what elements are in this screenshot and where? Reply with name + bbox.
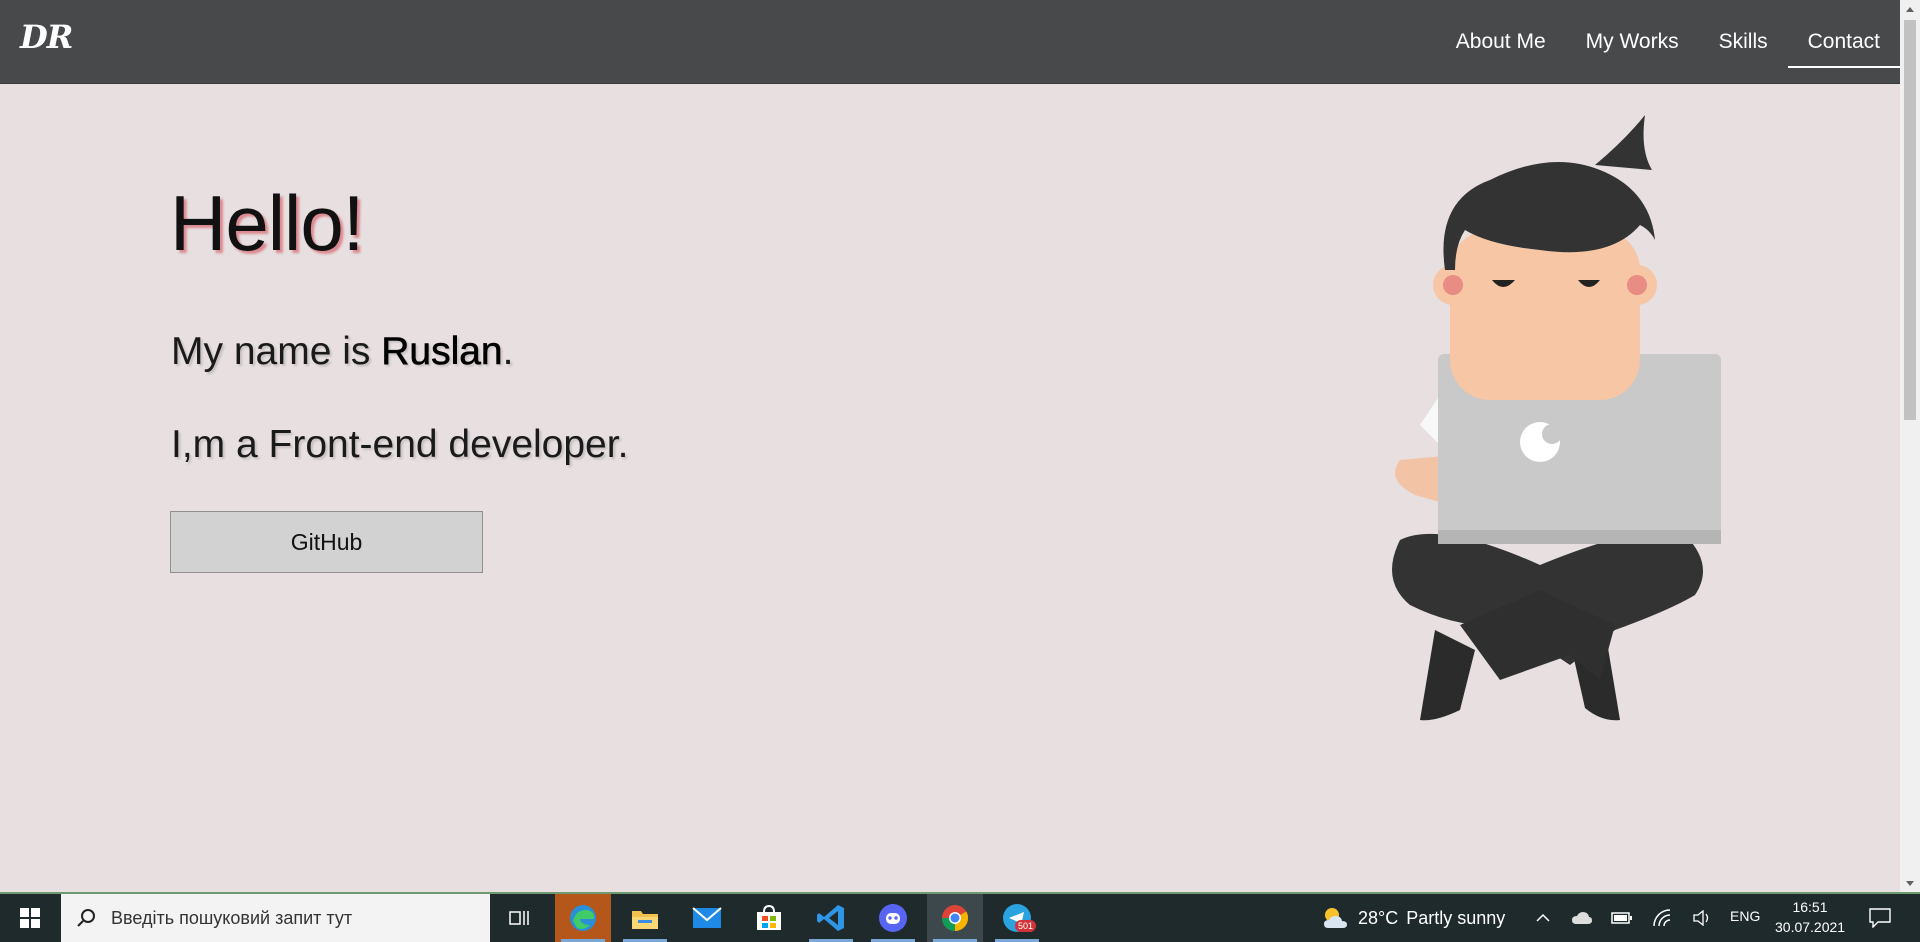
scroll-down-arrow-icon[interactable] [1900,874,1920,892]
main-nav: About Me My Works Skills Contact [1436,0,1901,84]
developer-illustration [1392,115,1721,721]
windows-taskbar: Введіть пошуковий запит тут 501 28°C Par… [0,892,1920,942]
task-view-icon[interactable] [492,894,548,942]
system-clock[interactable]: 16:51 30.07.2021 [1775,897,1845,937]
edge-icon[interactable] [555,894,611,942]
cloud-sync-icon[interactable] [1568,894,1596,942]
taskbar-search-box[interactable]: Введіть пошуковий запит тут [61,894,490,942]
notifications-icon[interactable] [1865,894,1895,942]
search-placeholder: Введіть пошуковий запит тут [111,907,353,928]
mail-icon[interactable] [679,894,735,942]
scroll-thumb[interactable] [1904,20,1916,420]
vscode-icon[interactable] [803,894,859,942]
volume-icon[interactable] [1688,894,1716,942]
hero-title: Hello! [170,179,364,267]
wifi-icon[interactable] [1648,894,1676,942]
search-icon [61,908,111,928]
discord-icon[interactable] [865,894,921,942]
clock-time: 16:51 [1792,899,1828,915]
intro-line: My name is Ruslan. [171,330,513,374]
partly-sunny-icon [1324,908,1347,928]
developer-name: Ruslan [381,330,503,374]
nav-skills[interactable]: Skills [1699,0,1788,84]
nav-contact[interactable]: Contact [1787,0,1901,84]
chevron-up-icon[interactable] [1530,894,1556,942]
page-scrollbar[interactable] [1900,0,1920,892]
telegram-unread-badge: 501 [1015,920,1037,932]
intro-prefix: My name is [171,330,382,373]
site-header: DR About Me My Works Skills Contact [0,0,1901,84]
scroll-up-arrow-icon[interactable] [1900,0,1920,18]
telegram-icon[interactable]: 501 [989,894,1045,942]
battery-icon[interactable] [1608,894,1636,942]
nav-about-me[interactable]: About Me [1436,0,1566,84]
weather-widget[interactable]: 28°C Partly sunny [1322,894,1505,942]
chrome-icon[interactable] [927,894,983,942]
nav-my-works[interactable]: My Works [1566,0,1699,84]
clock-date: 30.07.2021 [1775,919,1846,935]
github-button[interactable]: GitHub [170,511,483,573]
site-logo[interactable]: DR [20,18,73,56]
store-icon[interactable] [741,894,797,942]
role-line: I,m a Front-end developer. [171,423,629,466]
file-explorer-icon[interactable] [617,894,673,942]
windows-start-icon[interactable] [0,894,60,942]
weather-condition: Partly sunny [1406,907,1506,928]
input-language[interactable]: ENG [1730,908,1760,924]
weather-temp: 28°C [1358,907,1399,928]
intro-suffix: . [502,330,514,373]
